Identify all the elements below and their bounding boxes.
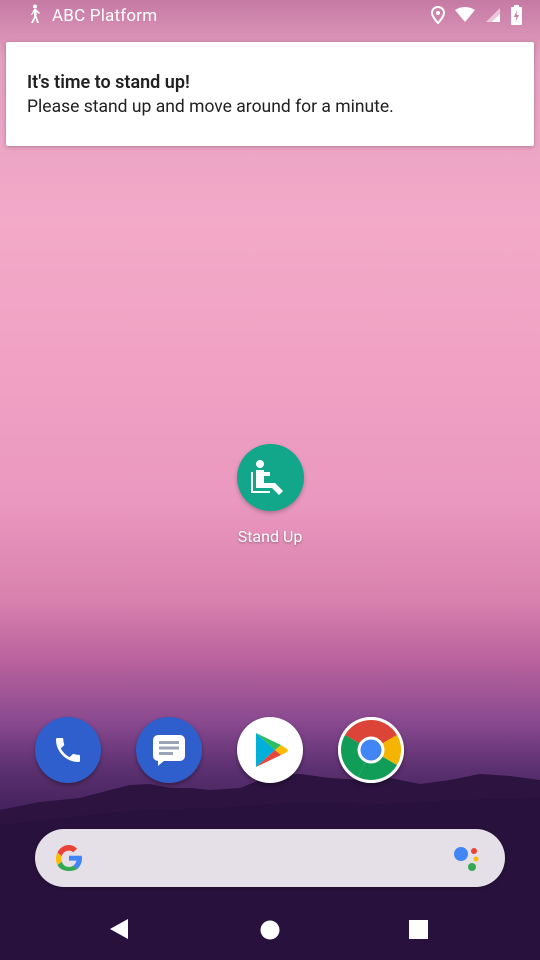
navigation-bar	[0, 896, 540, 960]
stand-up-app-label: Stand Up	[237, 527, 303, 546]
wifi-icon	[455, 7, 475, 27]
status-app-name: ABC Platform	[52, 6, 158, 26]
cell-signal-icon	[485, 7, 501, 27]
play-store-icon[interactable]	[237, 717, 303, 783]
assistant-icon[interactable]	[453, 845, 483, 877]
notification-title: It's time to stand up!	[27, 72, 190, 93]
battery-charging-icon	[511, 5, 522, 29]
stand-up-app-shortcut[interactable]: Stand Up	[220, 444, 320, 546]
phone-icon[interactable]	[35, 717, 101, 783]
recents-icon[interactable]	[408, 919, 430, 945]
google-g-icon	[53, 842, 85, 878]
walking-person-icon	[26, 4, 42, 28]
stand-up-notification[interactable]: It's time to stand up! Please stand up a…	[6, 42, 534, 146]
location-icon	[430, 5, 446, 28]
chrome-icon[interactable]	[338, 717, 404, 783]
messages-icon[interactable]	[136, 717, 202, 783]
back-icon[interactable]	[108, 918, 130, 944]
status-bar: ABC Platform	[0, 0, 540, 32]
google-search-bar[interactable]	[35, 829, 505, 887]
sitting-person-icon	[236, 444, 304, 511]
notification-body: Please stand up and move around for a mi…	[27, 97, 394, 117]
home-icon[interactable]	[259, 919, 281, 945]
